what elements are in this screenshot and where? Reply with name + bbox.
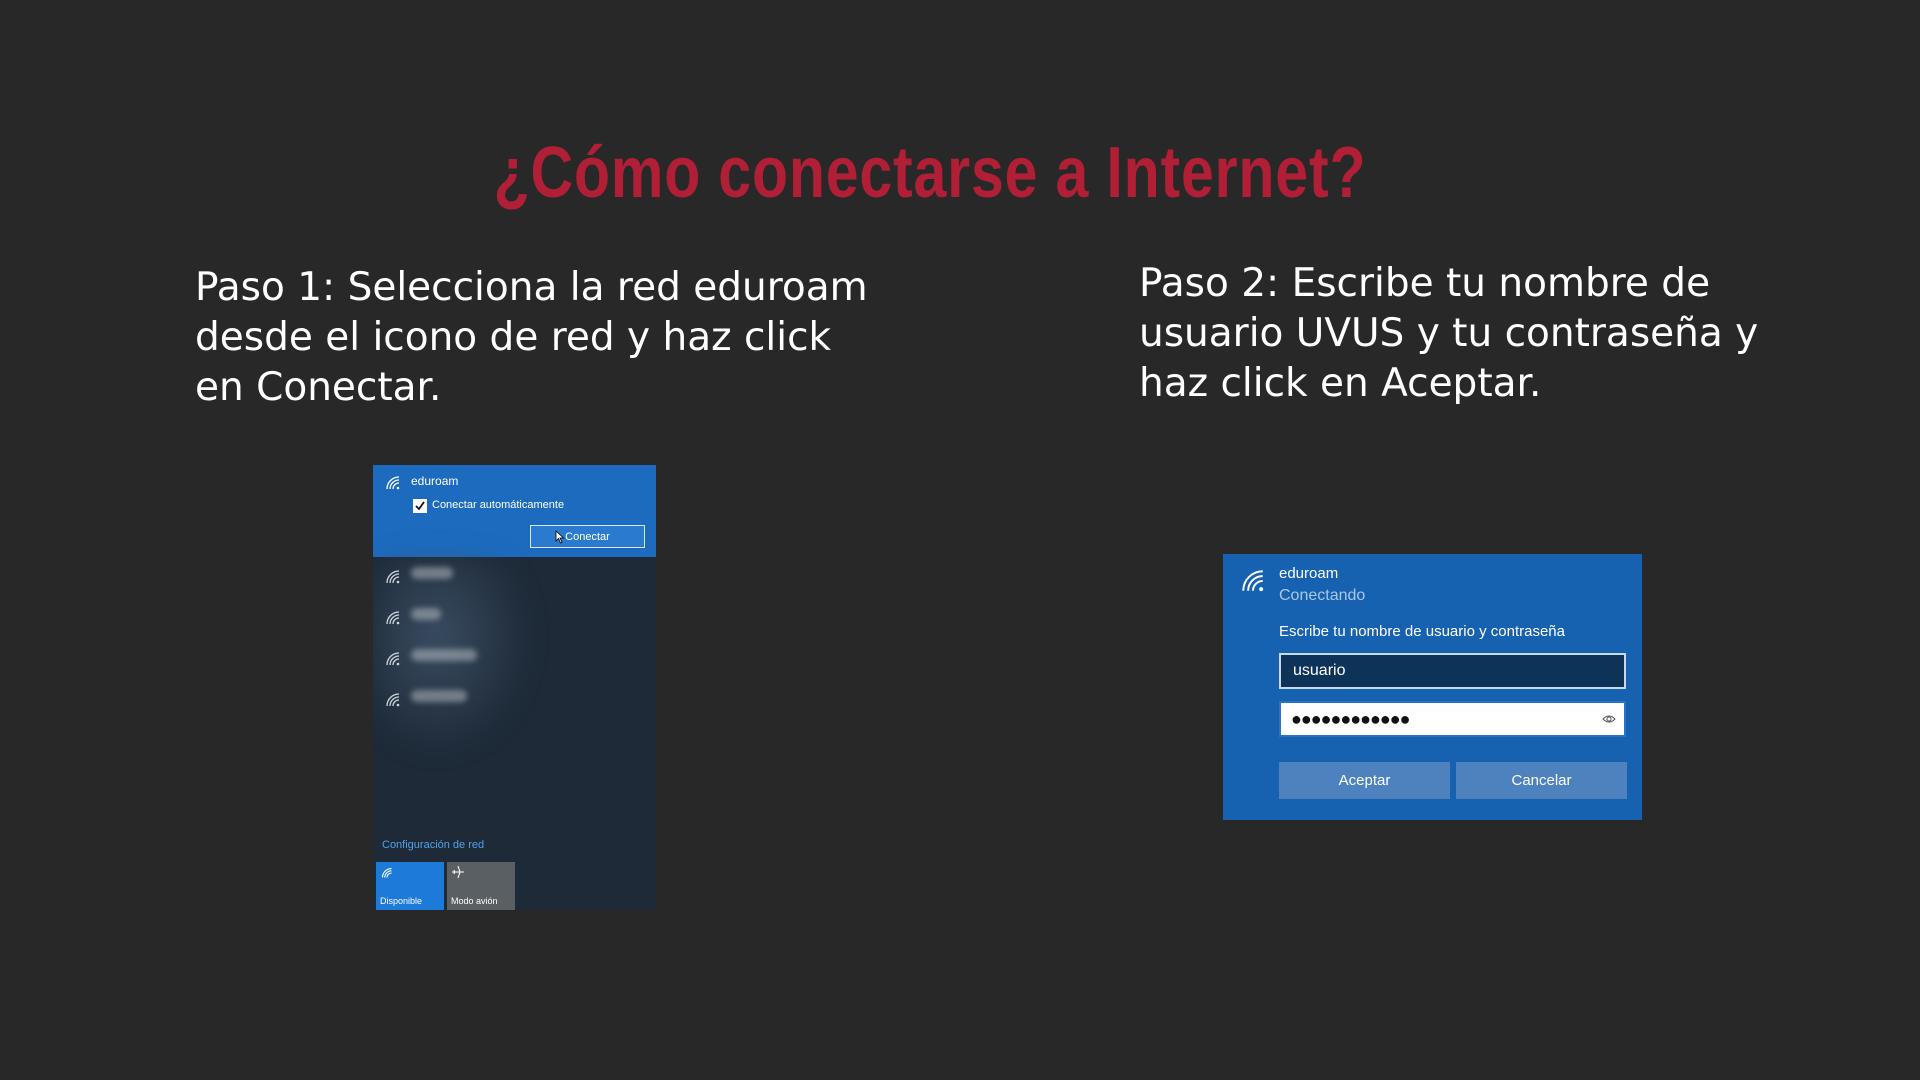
wifi-icon — [386, 570, 400, 584]
wifi-icon — [386, 652, 400, 666]
network-flyout: eduroam Conectar automáticamente Conecta… — [373, 465, 656, 910]
tile-label: Modo avión — [451, 896, 498, 906]
network-settings-link[interactable]: Configuración de red — [382, 839, 484, 851]
step-2-instructions: Paso 2: Escribe tu nombre de usuario UVU… — [1139, 261, 1759, 406]
blurred-network-name — [411, 690, 467, 702]
selected-network-panel[interactable]: eduroam Conectar automáticamente Conecta… — [373, 465, 656, 557]
airplane-mode-tile[interactable]: Modo avión — [447, 862, 515, 910]
connection-status: Conectando — [1279, 587, 1366, 604]
wifi-toggle-tile[interactable]: Disponible — [376, 862, 444, 910]
wifi-icon — [1242, 570, 1264, 592]
network-name: eduroam — [1279, 565, 1339, 582]
wifi-icon — [386, 476, 400, 490]
step-1-instructions: Paso 1: Selecciona la red eduroam desde … — [195, 265, 868, 410]
password-value: ●●●●●●●●●●●● — [1291, 709, 1410, 729]
blurred-network-name — [411, 567, 453, 579]
auto-connect-checkbox[interactable] — [413, 499, 427, 513]
list-item[interactable] — [373, 557, 656, 597]
accept-button[interactable]: Aceptar — [1279, 762, 1450, 799]
password-input[interactable]: ●●●●●●●●●●●● — [1279, 701, 1626, 737]
username-input[interactable]: usuario — [1279, 653, 1626, 689]
network-list — [373, 557, 656, 847]
wifi-icon — [381, 867, 392, 878]
tile-label: Disponible — [380, 896, 423, 906]
credentials-prompt: Escribe tu nombre de usuario y contraseñ… — [1279, 623, 1565, 640]
wifi-icon — [386, 611, 400, 625]
mouse-cursor-icon — [555, 530, 565, 544]
auto-connect-label: Conectar automáticamente — [432, 499, 565, 511]
slide-title: ¿Cómo conectarse a Internet? — [493, 133, 1367, 213]
cancel-button[interactable]: Cancelar — [1456, 762, 1627, 799]
list-item[interactable] — [373, 598, 656, 638]
blurred-network-name — [411, 608, 441, 620]
airplane-icon — [452, 865, 464, 879]
blurred-network-name — [411, 649, 477, 661]
credentials-dialog: eduroam Conectando Escribe tu nombre de … — [1223, 554, 1642, 820]
checkmark-icon — [415, 501, 425, 511]
list-item[interactable] — [373, 680, 656, 720]
wifi-icon — [386, 693, 400, 707]
network-name: eduroam — [411, 474, 459, 488]
eye-icon[interactable] — [1602, 713, 1616, 725]
connect-button[interactable]: Conectar — [530, 525, 645, 548]
list-item[interactable] — [373, 639, 656, 679]
